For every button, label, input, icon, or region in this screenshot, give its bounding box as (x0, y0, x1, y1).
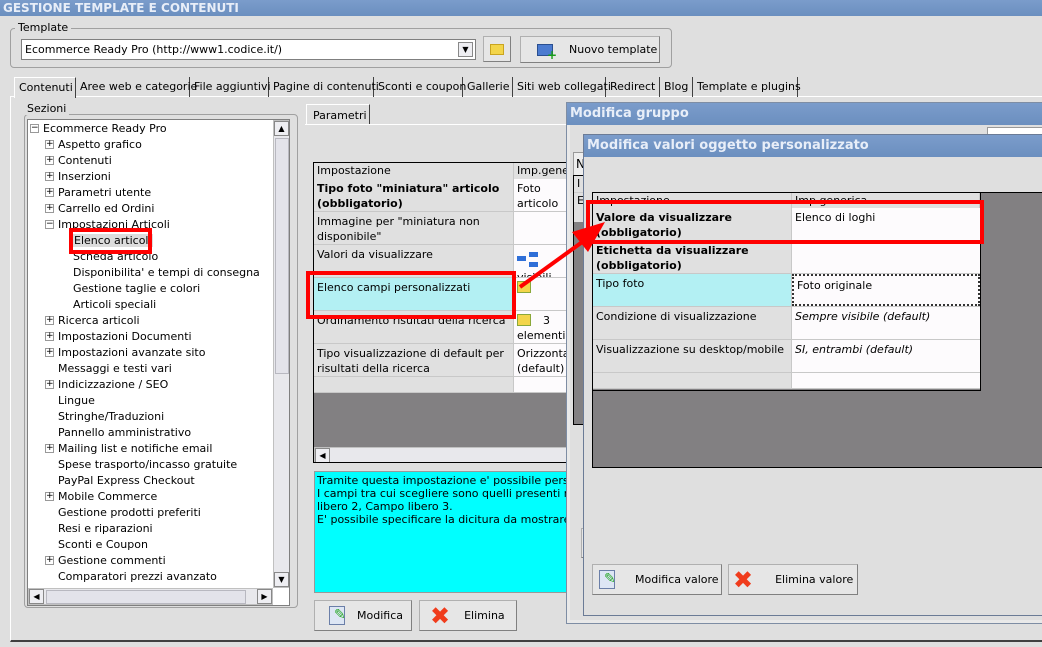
arrow-line (518, 238, 587, 289)
annotation-arrow (518, 222, 605, 289)
tab-contenuti[interactable]: Contenuti (14, 77, 76, 98)
